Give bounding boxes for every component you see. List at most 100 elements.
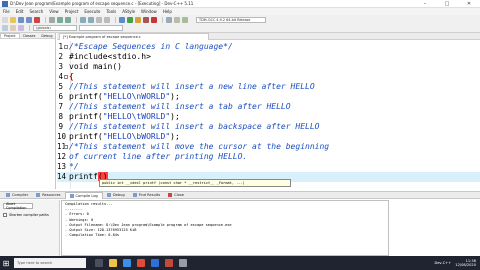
taskbar-clock[interactable]: 11:36 12/08/2020 [455,259,476,267]
find-icon[interactable] [80,16,86,23]
code-token: printf( [69,112,103,121]
shorten-paths-checkbox[interactable] [3,213,7,217]
tab-debug[interactable]: Debug [38,33,55,38]
windows-start-icon[interactable]: ⊞ [0,256,12,270]
code-text: /*This statement will move the cursor at… [69,142,329,152]
code-line[interactable]: 10 printf("HELLO\bWORLD"); [57,132,480,142]
abort-compilation-button[interactable]: Abort Compilation [3,202,33,210]
code-token: "HELLO\tWORLD" [102,112,171,121]
globals-select[interactable]: (globals) [33,25,77,31]
rebuild-icon[interactable] [143,16,149,23]
menu-help[interactable]: Help [163,9,172,14]
tab-find-results[interactable]: Find Results [129,192,164,199]
code-line[interactable]: 1 /*Escape Sequences in C language*/ [57,42,480,52]
code-line[interactable]: 4{ [57,72,480,82]
menu-edit[interactable]: Edit [16,9,24,14]
tab-classes[interactable]: Classes [20,33,39,38]
compile-run-icon[interactable] [135,16,141,23]
edge-browser-icon[interactable] [123,259,131,267]
tab-resources[interactable]: Resources [32,192,64,199]
fold-toggle-icon[interactable] [64,145,68,149]
file-explorer-icon[interactable] [109,259,117,267]
tab-debug-bottom[interactable]: Debug [103,192,129,199]
indent-icon[interactable] [96,16,102,23]
code-line[interactable]: 8 printf("HELLO\tWORLD"); [57,112,480,122]
editor-file-tab[interactable]: [*] Example program of escape sequence.c [59,33,209,40]
line-number: 12 [57,152,67,161]
save-icon[interactable] [18,16,24,23]
compile-icon[interactable] [119,16,125,23]
minimize-button[interactable]: – [414,0,436,8]
tab-compile-log[interactable]: Compile Log [64,191,103,199]
code-line[interactable]: 12 of current line after printing HELLO. [57,152,480,162]
dev-cpp-app-icon [2,0,8,7]
tab-close[interactable]: Close [164,192,188,199]
menu-view[interactable]: View [49,9,59,14]
dev-cpp-taskbar-icon[interactable] [179,259,187,267]
menu-window[interactable]: Window [141,9,157,14]
menu-project[interactable]: Project [65,9,79,14]
new-project-icon[interactable] [2,25,8,31]
code-token: ); [170,92,180,101]
code-line[interactable]: 11/*This statement will move the cursor … [57,142,480,152]
code-line[interactable]: 9 //This statement will insert a backspac… [57,122,480,132]
unindent-icon[interactable] [104,16,110,23]
stop-icon[interactable] [151,16,157,23]
compiler-select[interactable]: TDM-GCC 4.9.2 64-bit Release [196,16,266,23]
maximize-button[interactable]: □ [436,0,458,8]
tab-compiler[interactable]: Compiler [2,192,32,199]
code-text: //This statement will insert a new line … [69,82,315,92]
code-token: ); [170,112,180,121]
menu-astyle[interactable]: AStyle [122,9,135,14]
shorten-paths-option[interactable]: Shorten compiler paths [3,213,56,217]
fold-toggle-icon[interactable] [64,75,68,79]
profile-icon[interactable] [174,16,180,23]
compiler-tab-icon [6,193,10,197]
code-line[interactable]: 2 #include<stdio.h> [57,52,480,62]
save-all-icon[interactable] [26,16,32,23]
powerpoint-icon[interactable] [165,259,173,267]
menu-execute[interactable]: Execute [84,9,100,14]
redo-icon[interactable] [65,16,71,23]
compile-log-tab-icon [69,193,74,198]
replace-icon[interactable] [88,16,94,23]
chart-icon[interactable] [182,16,188,23]
code-token: ); [170,132,180,141]
code-line[interactable]: 6 printf("HELLO\nWORLD"); [57,92,480,102]
new-file-icon[interactable] [2,16,8,23]
code-editor[interactable]: 1 /*Escape Sequences in C language*/ 2 #inc… [57,41,480,189]
code-line[interactable]: 5 //This statement will insert a new line… [57,82,480,92]
line-number: 5 [58,82,63,91]
print-icon[interactable] [49,16,55,23]
close-tab-icon [168,193,173,197]
window-controls: – □ ✕ [414,0,480,8]
find-results-tab-icon [132,193,137,197]
open-folder-icon[interactable] [10,16,16,23]
code-text: void main() [69,62,122,72]
code-line[interactable]: 7 //This statement will insert a tab afte… [57,102,480,112]
word-icon[interactable] [151,259,159,267]
code-text: //This statement will insert a backspace… [69,122,319,132]
fold-toggle-icon[interactable] [64,45,68,49]
project-options-icon[interactable] [10,25,16,31]
add-file-icon[interactable] [18,25,24,31]
run-icon[interactable] [127,16,133,23]
undo-icon[interactable] [57,16,63,23]
close-file-icon[interactable] [34,16,40,23]
taskbar-search-input[interactable]: Type here to search [14,258,86,268]
code-token: printf( [69,92,103,101]
code-text: */ [69,162,79,172]
menu-search[interactable]: Search [29,9,43,14]
close-window-button[interactable]: ✕ [458,0,480,8]
function-select[interactable] [79,25,123,31]
code-line[interactable]: 13 */ [57,162,480,172]
code-text: { [69,72,74,82]
chrome-browser-icon[interactable] [137,259,145,267]
tab-project[interactable]: Project [0,33,20,38]
menu-file[interactable]: File [3,9,10,14]
code-line[interactable]: 3 void main() [57,62,480,72]
task-view-icon[interactable] [95,259,103,267]
line-number: 13 [57,162,67,171]
menu-tools[interactable]: Tools [106,9,116,14]
debug-icon[interactable] [166,16,172,23]
